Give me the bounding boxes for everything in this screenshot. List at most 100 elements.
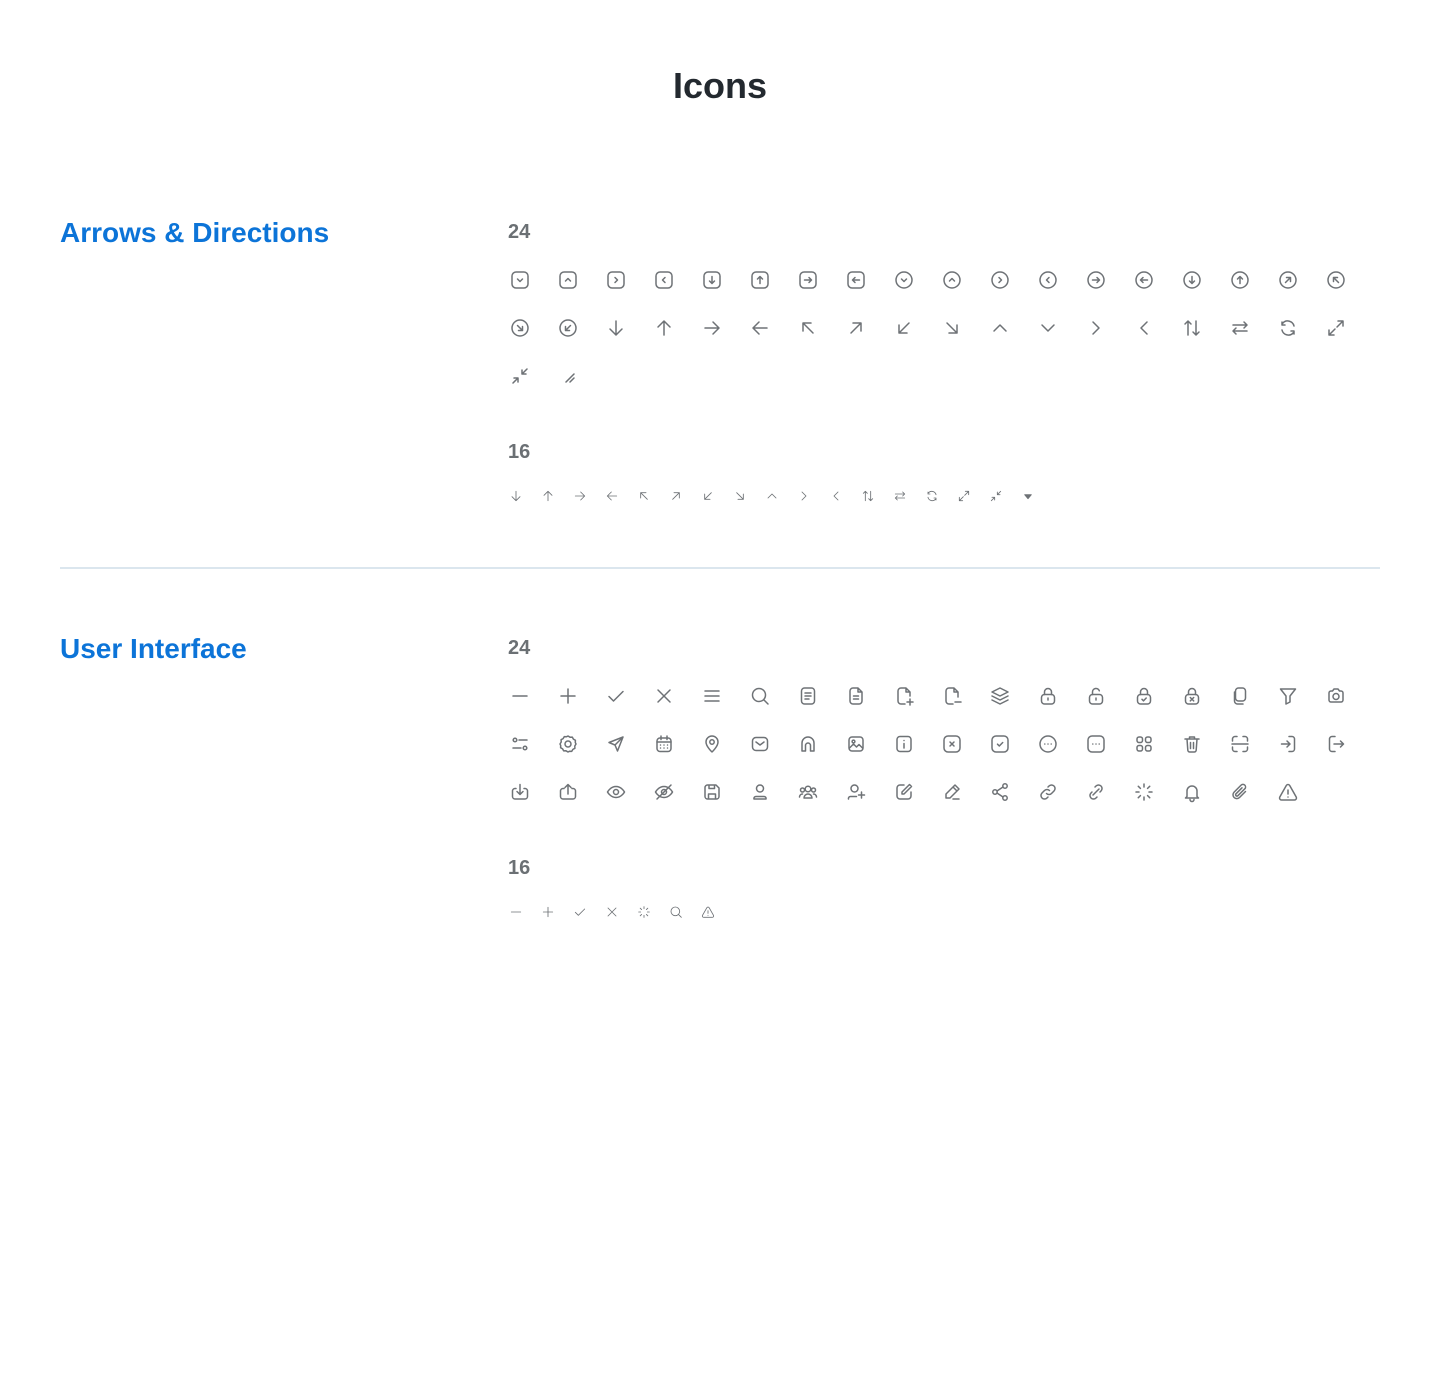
- icon-grid: [508, 488, 1052, 504]
- chevron-left-icon: [828, 488, 844, 504]
- home-icon: [796, 732, 820, 756]
- arrow-up-right-icon: [844, 316, 868, 340]
- user-icon: [748, 780, 772, 804]
- arrow-down-right-icon: [940, 316, 964, 340]
- plus-icon: [540, 904, 556, 920]
- refresh-icon: [924, 488, 940, 504]
- expand-icon: [956, 488, 972, 504]
- section-title: User Interface: [60, 633, 247, 664]
- chevron-up-icon: [988, 316, 1012, 340]
- collapse-icon: [988, 488, 1004, 504]
- layers-icon: [988, 684, 1012, 708]
- size-label: 16: [508, 857, 531, 879]
- warning-icon: [700, 904, 716, 920]
- arrow-down-left-icon: [892, 316, 916, 340]
- user-add-icon: [844, 780, 868, 804]
- lock-check-icon: [1132, 684, 1156, 708]
- eye-icon: [604, 780, 628, 804]
- square-arrow-right-icon: [796, 268, 820, 292]
- close-icon: [604, 904, 620, 920]
- lock-x-icon: [1180, 684, 1204, 708]
- circle-arrow-down-left-icon: [556, 316, 580, 340]
- eye-off-icon: [652, 780, 676, 804]
- document-icon: [796, 684, 820, 708]
- size-label: 16: [508, 441, 531, 463]
- bell-icon: [1180, 780, 1204, 804]
- more-circle-icon: [1036, 732, 1060, 756]
- arrow-right-icon: [700, 316, 724, 340]
- document-add-icon: [892, 684, 916, 708]
- arrow-up-icon: [540, 488, 556, 504]
- chevron-up-icon: [764, 488, 780, 504]
- trash-icon: [1180, 732, 1204, 756]
- circle-chevron-left-icon: [1036, 268, 1060, 292]
- circle-chevron-down-icon: [892, 268, 916, 292]
- check-icon: [604, 684, 628, 708]
- circle-chevron-right-icon: [988, 268, 1012, 292]
- mail-icon: [748, 732, 772, 756]
- collapse-icon: [508, 364, 532, 388]
- arrow-up-left-icon: [636, 488, 652, 504]
- arrow-left-icon: [748, 316, 772, 340]
- minus-icon: [508, 904, 524, 920]
- sliders-icon: [508, 732, 532, 756]
- icon-grid: [508, 268, 1372, 412]
- square-chevron-up-icon: [556, 268, 580, 292]
- loading-icon: [636, 904, 652, 920]
- square-chevron-left-icon: [652, 268, 676, 292]
- x-square-icon: [940, 732, 964, 756]
- circle-arrow-up-left-icon: [1324, 268, 1348, 292]
- square-arrow-left-icon: [844, 268, 868, 292]
- more-square-icon: [1084, 732, 1108, 756]
- arrows-up-down-icon: [860, 488, 876, 504]
- search-icon: [748, 684, 772, 708]
- scan-icon: [1228, 732, 1252, 756]
- calendar-icon: [652, 732, 676, 756]
- camera-icon: [1324, 684, 1348, 708]
- section-title: Arrows & Directions: [60, 217, 330, 248]
- download-icon: [508, 780, 532, 804]
- document-remove-icon: [940, 684, 964, 708]
- arrows-left-right-icon: [892, 488, 908, 504]
- gear-icon: [556, 732, 580, 756]
- info-square-icon: [892, 732, 916, 756]
- menu-icon: [700, 684, 724, 708]
- circle-arrow-up-right-icon: [1276, 268, 1300, 292]
- chevron-left-icon: [1132, 316, 1156, 340]
- search-icon: [668, 904, 684, 920]
- image-icon: [844, 732, 868, 756]
- circle-arrow-down-icon: [1180, 268, 1204, 292]
- minus-icon: [508, 684, 532, 708]
- arrow-right-icon: [572, 488, 588, 504]
- share-icon: [988, 780, 1012, 804]
- location-pin-icon: [700, 732, 724, 756]
- arrow-down-icon: [508, 488, 524, 504]
- copy-icon: [1228, 684, 1252, 708]
- link-alt-icon: [1084, 780, 1108, 804]
- plus-icon: [556, 684, 580, 708]
- size-label: 24: [508, 221, 531, 243]
- refresh-icon: [1276, 316, 1300, 340]
- check-icon: [572, 904, 588, 920]
- square-arrow-up-icon: [748, 268, 772, 292]
- square-arrow-down-icon: [700, 268, 724, 292]
- close-icon: [652, 684, 676, 708]
- link-icon: [1036, 780, 1060, 804]
- save-icon: [700, 780, 724, 804]
- loading-icon: [1132, 780, 1156, 804]
- arrow-up-left-icon: [796, 316, 820, 340]
- edit-icon: [892, 780, 916, 804]
- circle-arrow-down-right-icon: [508, 316, 532, 340]
- arrow-down-icon: [604, 316, 628, 340]
- login-icon: [1276, 732, 1300, 756]
- warning-icon: [1276, 780, 1300, 804]
- section-divider: [60, 567, 1380, 569]
- square-chevron-right-icon: [604, 268, 628, 292]
- arrow-up-icon: [652, 316, 676, 340]
- square-chevron-down-icon: [508, 268, 532, 292]
- arrow-up-right-icon: [668, 488, 684, 504]
- page-title: Icons: [672, 65, 768, 106]
- lock-icon: [1036, 684, 1060, 708]
- arrow-left-icon: [604, 488, 620, 504]
- chevron-right-icon: [1084, 316, 1108, 340]
